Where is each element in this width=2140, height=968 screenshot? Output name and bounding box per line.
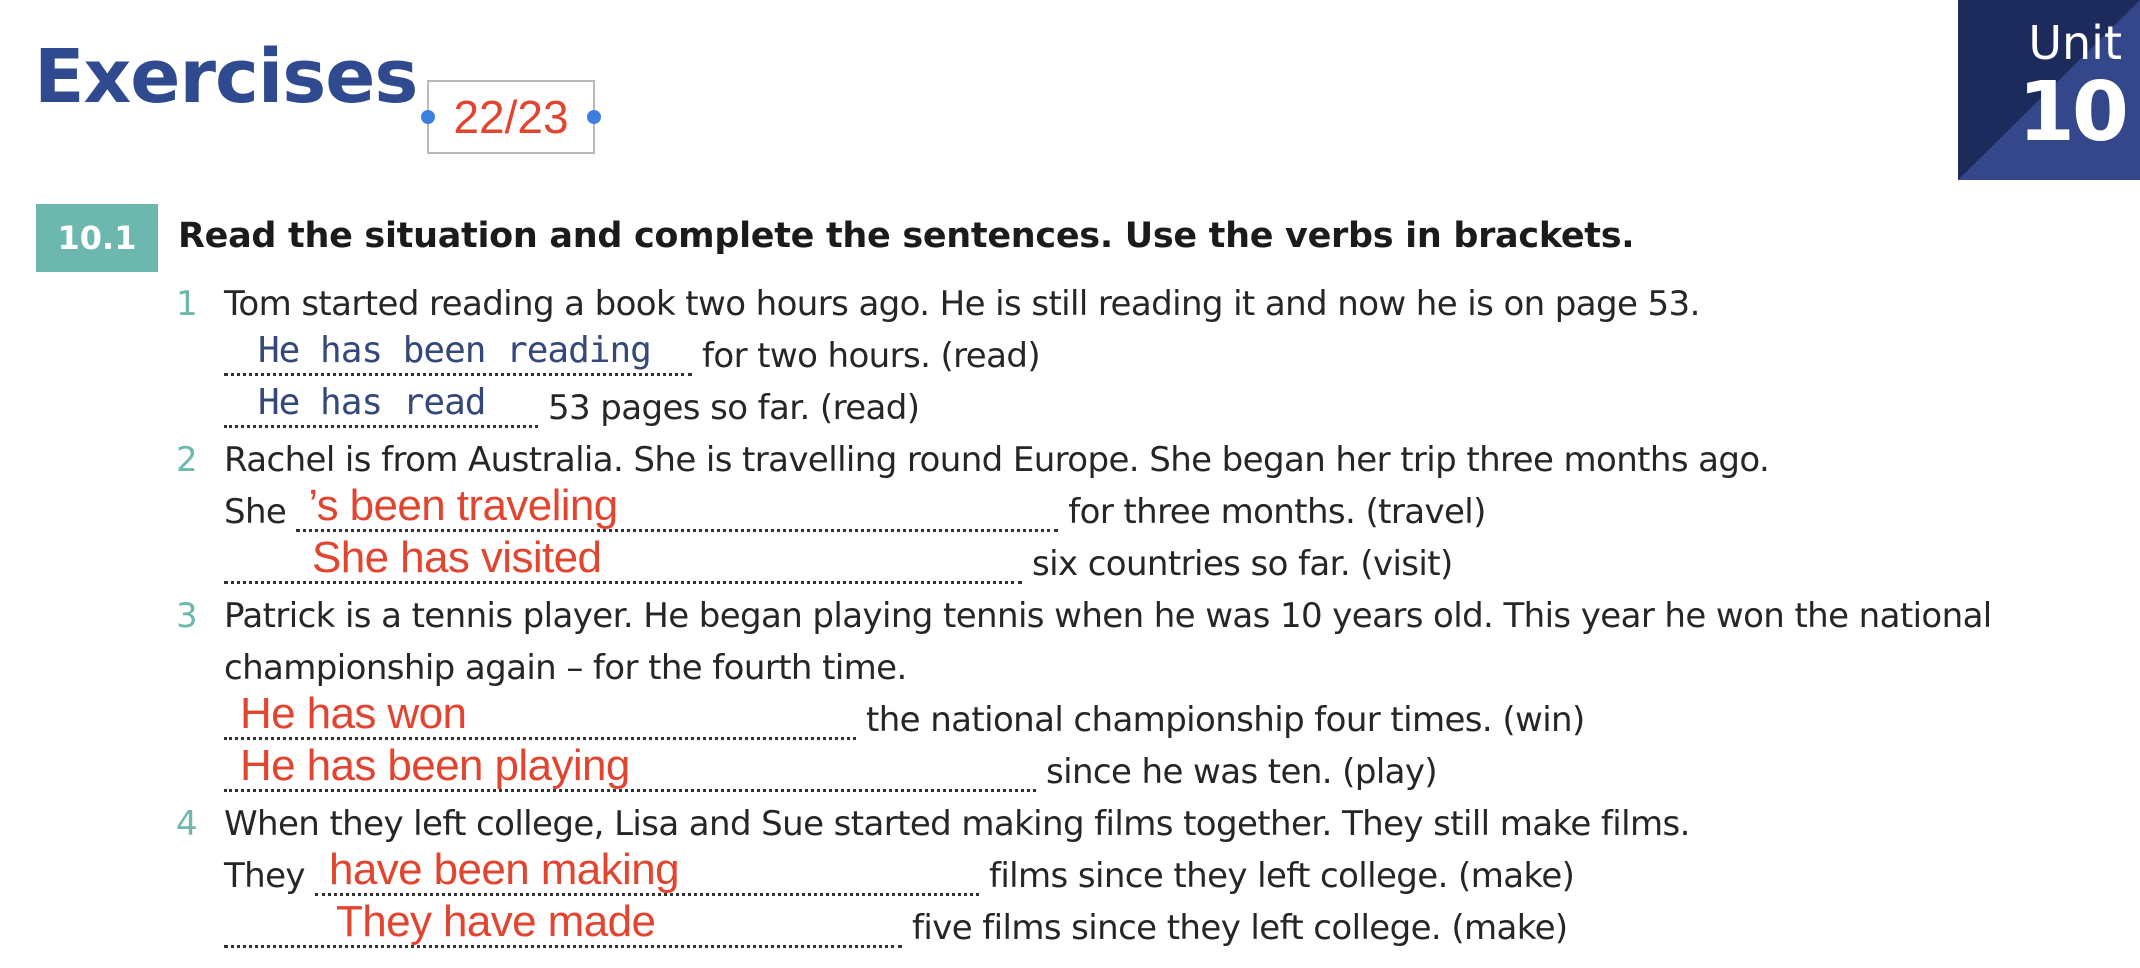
exercise-instruction: Read the situation and complete the sent… <box>178 216 1635 256</box>
page-indicator-box[interactable]: 22/23 <box>421 80 601 154</box>
item-situation-continued: championship again – for the fourth time… <box>224 648 907 688</box>
answer-blank[interactable]: He has been reading <box>224 330 692 376</box>
exercise-number-badge: 10.1 <box>36 204 158 272</box>
typed-answer: She has visited <box>312 533 602 582</box>
sentence-rest: since he was ten. (play) <box>1046 752 1438 792</box>
sentence-rest: for three months. (travel) <box>1068 492 1486 532</box>
sentence-rest: the national championship four times. (w… <box>866 700 1585 740</box>
handwritten-answer: He has been reading <box>258 330 652 371</box>
sentence-row: He has been playing since he was ten. (p… <box>224 741 1438 792</box>
typed-answer: have been making <box>328 845 680 894</box>
item-situation: Rachel is from Australia. She is travell… <box>224 440 1770 480</box>
answer-blank[interactable]: ’s been traveling <box>296 481 1059 532</box>
typed-answer: ’s been traveling <box>308 481 618 530</box>
sentence-rest: five films since they left college. (mak… <box>912 908 1568 948</box>
handwritten-answer: He has read <box>258 382 486 423</box>
resize-handle-right[interactable] <box>587 110 601 124</box>
item-situation: Patrick is a tennis player. He began pla… <box>224 596 1992 636</box>
answer-blank[interactable]: They have made <box>224 897 902 948</box>
answer-blank[interactable]: She has visited <box>224 533 1022 584</box>
answer-blank[interactable]: He has won <box>224 689 856 740</box>
typed-answer: They have made <box>336 897 656 946</box>
sentence-row: He has won the national championship fou… <box>224 689 1585 740</box>
page-indicator: 22/23 <box>453 91 569 143</box>
resize-handle-left[interactable] <box>421 110 435 124</box>
typed-answer: He has been playing <box>240 741 630 790</box>
sentence-rest: six countries so far. (visit) <box>1032 544 1453 584</box>
unit-number: 10 <box>2017 65 2129 160</box>
unit-label: Unit <box>2028 16 2122 70</box>
item-number: 4 <box>176 804 198 844</box>
sentence-rest: for two hours. (read) <box>702 336 1041 376</box>
item-situation: Tom started reading a book two hours ago… <box>224 284 1700 324</box>
item-number: 3 <box>176 596 198 636</box>
answer-blank[interactable]: He has been playing <box>224 741 1036 792</box>
sentence-prefix: She <box>224 492 287 532</box>
item-situation: When they left college, Lisa and Sue sta… <box>224 804 1690 844</box>
sentence-rest: films since they left college. (make) <box>988 856 1575 896</box>
sentence-row: She has visited six countries so far. (v… <box>224 533 1453 584</box>
sentence-rest: 53 pages so far. (read) <box>548 388 920 428</box>
sentence-row: They have made five films since they lef… <box>224 897 1568 948</box>
sentence-row: She ’s been traveling for three months. … <box>224 481 1486 532</box>
typed-answer: He has won <box>240 689 467 738</box>
sentence-prefix: They <box>224 856 306 896</box>
page-title: Exercises <box>34 34 418 120</box>
item-number: 1 <box>176 284 198 324</box>
unit-badge: Unit 10 <box>1958 0 2140 180</box>
sentence-row: He has read 53 pages so far. (read) <box>224 380 920 428</box>
item-number: 2 <box>176 440 198 480</box>
sentence-row: They have been making films since they l… <box>224 845 1575 896</box>
answer-blank[interactable]: have been making <box>314 845 979 896</box>
sentence-row: He has been reading for two hours. (read… <box>224 328 1041 376</box>
answer-blank[interactable]: He has read <box>224 382 538 428</box>
